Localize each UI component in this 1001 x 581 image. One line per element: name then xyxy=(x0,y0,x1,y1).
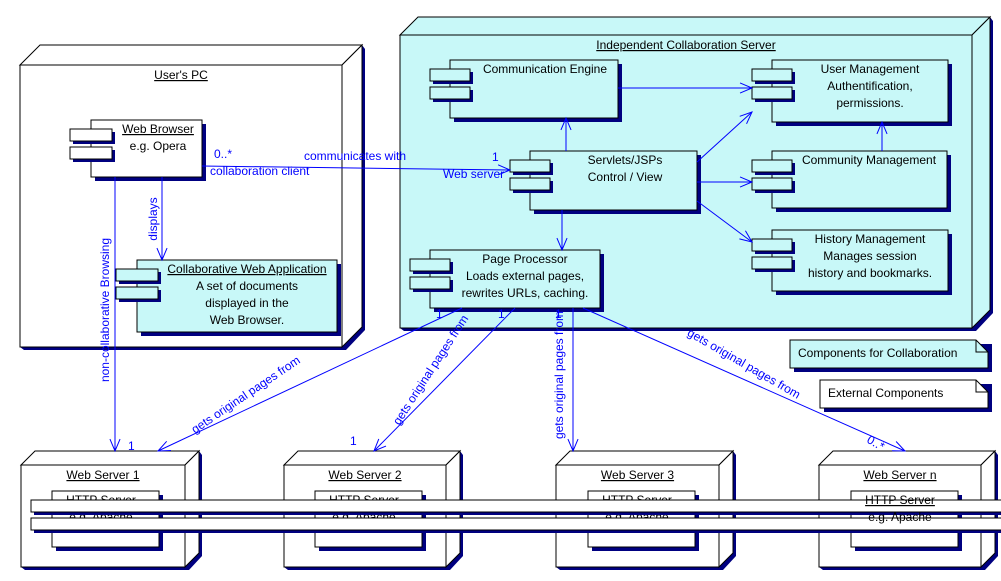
gets-label-ws3: gets original pages from xyxy=(552,311,566,439)
ws2-dst-multiplicity: 1 xyxy=(350,434,357,448)
component-icon xyxy=(115,286,159,300)
non-collab-multiplicity: 1 xyxy=(128,439,135,453)
server-multiplicity: 1 xyxy=(492,150,499,164)
component-icon xyxy=(751,86,793,100)
component-title: Web Browser xyxy=(122,122,194,136)
diagram-canvas: User's PC Independent Collaboration Serve… xyxy=(18,15,1001,570)
gets-label-wsn: gets original pages from xyxy=(685,325,803,401)
client-role-label: collaboration client xyxy=(210,164,310,178)
component-icon xyxy=(69,128,113,142)
component-title: Community Management xyxy=(802,153,937,167)
ws2-src-multiplicity: 1 xyxy=(498,307,505,321)
node-title: Web Server 1 xyxy=(66,468,139,482)
node-side-face xyxy=(341,43,363,349)
deployment-diagram: User's PC Independent Collaboration Serve… xyxy=(0,0,1001,581)
component-icon xyxy=(30,517,1001,531)
node-side-face xyxy=(971,15,991,330)
node-title: Web Server n xyxy=(863,468,936,482)
node-top-face xyxy=(18,44,364,66)
component-description-line: Manages session xyxy=(823,249,916,263)
component-title: Servlets/JSPs xyxy=(588,153,663,167)
component-description-line: Authentification, xyxy=(827,79,912,93)
component-title: Page Processor xyxy=(482,252,567,266)
component-icon xyxy=(751,159,793,173)
component-servlets[interactable]: Servlets/JSPs Control / View xyxy=(509,150,701,214)
component-icon xyxy=(115,268,159,282)
component-history-mgmt[interactable]: History Management Manages session history… xyxy=(751,229,952,295)
node-title: Web Server 3 xyxy=(601,468,674,482)
component-description-line: e.g. Opera xyxy=(130,139,187,153)
component-title: Collaborative Web Application xyxy=(167,262,326,276)
ws1-src-multiplicity: 1 xyxy=(436,307,443,321)
note-collab-components[interactable]: Components for Collaboration xyxy=(789,339,992,372)
component-icon xyxy=(30,499,1001,513)
component-icon xyxy=(751,177,793,191)
component-description-line: rewrites URLs, caching. xyxy=(462,286,589,300)
gets-label-ws1: gets original pages from xyxy=(189,353,303,436)
ws3-src-multiplicity: 1 xyxy=(555,307,562,321)
component-icon xyxy=(751,256,793,270)
note-text: Components for Collaboration xyxy=(798,346,957,360)
component-page-processor[interactable]: Page Processor Loads external pages, rewri… xyxy=(409,249,604,312)
component-icon xyxy=(429,68,471,82)
component-title: Communication Engine xyxy=(483,62,607,76)
component-icon xyxy=(409,258,451,272)
component-icon xyxy=(751,68,793,82)
component-icon xyxy=(751,238,793,252)
component-icon xyxy=(509,177,551,191)
note-external-components[interactable]: External Components xyxy=(819,379,992,412)
node-title: User's PC xyxy=(154,68,208,82)
component-description-line: displayed in the xyxy=(205,296,289,310)
component-description-line: Control / View xyxy=(588,170,663,184)
client-multiplicity: 0..* xyxy=(214,147,232,161)
server-role-label: Web server xyxy=(443,167,504,181)
component-community-mgmt[interactable]: Community Management xyxy=(751,150,951,212)
component-icon xyxy=(429,86,471,100)
node-top-face xyxy=(817,450,997,466)
displays-label: displays xyxy=(146,197,160,240)
component-description-line: e.g. Apache xyxy=(868,510,932,524)
component-title: HTTP Server xyxy=(865,493,935,507)
component-title: User Management xyxy=(821,62,920,76)
node-top-face xyxy=(554,450,735,466)
node-top-face xyxy=(282,450,462,466)
component-description-line: Loads external pages, xyxy=(466,269,584,283)
component-description-line: Web Browser. xyxy=(210,313,284,327)
component-user-mgmt[interactable]: User Management Authentification, permissi… xyxy=(751,59,952,126)
component-icon xyxy=(509,159,551,173)
node-top-face xyxy=(19,450,201,466)
node-top-face xyxy=(398,16,992,36)
node-title: Web Server 2 xyxy=(328,468,401,482)
non-collaborative-label: non-collaborative Browsing xyxy=(98,238,112,382)
communicates-label: communicates with xyxy=(304,149,406,163)
component-comm-engine[interactable]: Communication Engine xyxy=(429,59,622,122)
component-description-line: permissions. xyxy=(836,96,903,110)
component-title: History Management xyxy=(815,232,926,246)
component-description-line: A set of documents xyxy=(196,279,298,293)
component-description-line: history and bookmarks. xyxy=(808,266,932,280)
node-title: Independent Collaboration Server xyxy=(596,38,775,52)
note-text: External Components xyxy=(828,386,943,400)
component-icon xyxy=(409,276,451,290)
component-icon xyxy=(69,146,113,160)
component-collab-app[interactable]: Collaborative Web Application A set of do… xyxy=(115,259,341,336)
